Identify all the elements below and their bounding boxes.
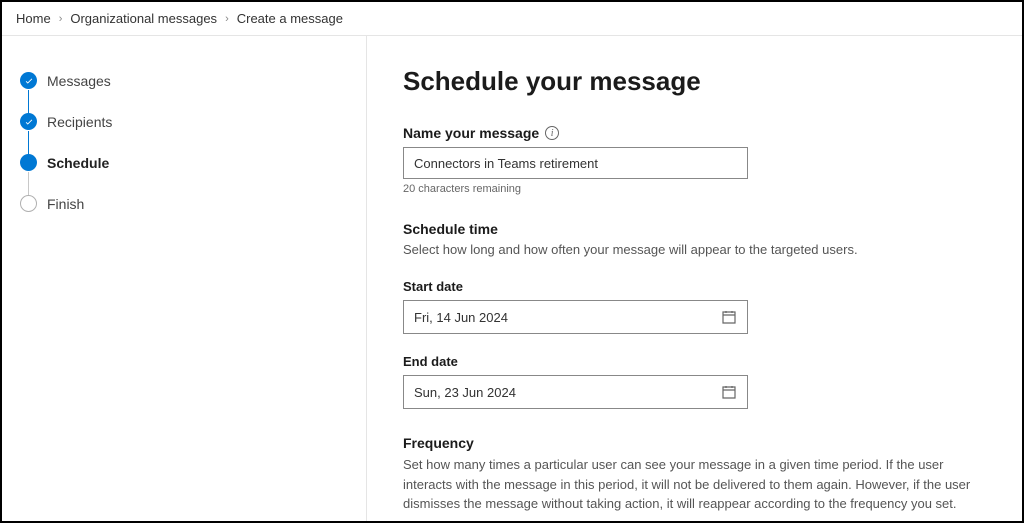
end-date-label: End date (403, 354, 986, 369)
message-name-input[interactable] (403, 147, 748, 179)
start-date-value: Fri, 14 Jun 2024 (414, 310, 508, 325)
name-label: Name your message i (403, 125, 986, 141)
chars-remaining: 20 characters remaining (403, 183, 986, 195)
step-label: Messages (47, 73, 111, 89)
step-messages[interactable]: Messages (20, 60, 348, 101)
main-content: Schedule your message Name your message … (367, 36, 1022, 521)
breadcrumb-home[interactable]: Home (16, 11, 51, 26)
chevron-right-icon: › (225, 13, 229, 25)
end-date-value: Sun, 23 Jun 2024 (414, 385, 516, 400)
calendar-icon (721, 384, 737, 400)
chevron-right-icon: › (59, 13, 63, 25)
current-step-icon (20, 154, 37, 171)
frequency-desc: Set how many times a particular user can… (403, 455, 986, 514)
info-icon[interactable]: i (545, 126, 559, 140)
step-finish[interactable]: Finish (20, 183, 348, 224)
page-title: Schedule your message (403, 66, 986, 97)
breadcrumb-organizational-messages[interactable]: Organizational messages (70, 11, 217, 26)
check-circle-icon (20, 113, 37, 130)
start-date-picker[interactable]: Fri, 14 Jun 2024 (403, 300, 748, 334)
end-date-picker[interactable]: Sun, 23 Jun 2024 (403, 375, 748, 409)
step-label: Schedule (47, 155, 109, 171)
pending-step-icon (20, 195, 37, 212)
frequency-heading: Frequency (403, 435, 986, 451)
step-label: Recipients (47, 114, 112, 130)
breadcrumb-current: Create a message (237, 11, 343, 26)
wizard-steps: Messages Recipients Schedule Finish (2, 36, 367, 521)
step-schedule[interactable]: Schedule (20, 142, 348, 183)
step-recipients[interactable]: Recipients (20, 101, 348, 142)
calendar-icon (721, 309, 737, 325)
schedule-time-desc: Select how long and how often your messa… (403, 241, 963, 259)
breadcrumb: Home › Organizational messages › Create … (2, 2, 1022, 36)
check-circle-icon (20, 72, 37, 89)
schedule-time-heading: Schedule time (403, 221, 986, 237)
step-label: Finish (47, 196, 84, 212)
start-date-label: Start date (403, 279, 986, 294)
